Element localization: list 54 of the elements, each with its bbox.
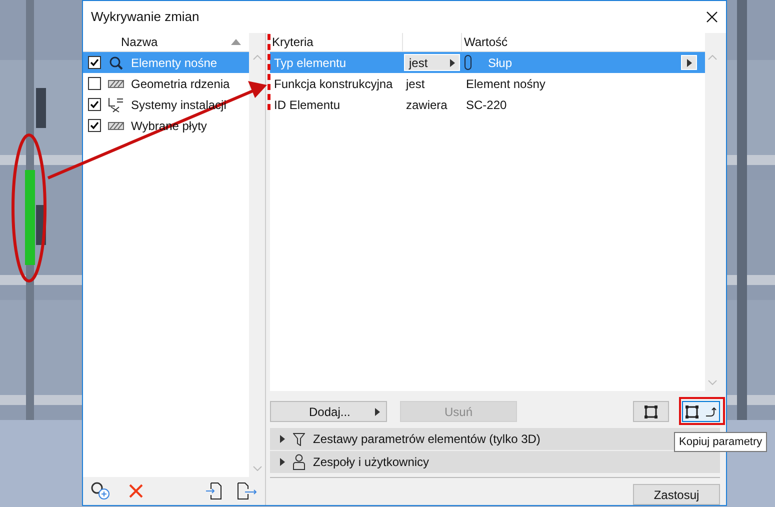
frame-button[interactable]	[633, 401, 669, 422]
rule-name: Elementy nośne	[131, 54, 218, 72]
column-header: Nazwa	[121, 34, 158, 51]
table-cell-text: ID Elementu	[273, 96, 342, 114]
close-icon[interactable]	[706, 11, 718, 23]
highlight-frame	[679, 397, 725, 425]
table-cell-text: Słup	[488, 54, 514, 72]
operator-dropdown[interactable]: jest	[404, 54, 460, 71]
table-cell-text: Funkcja konstrukcyjna	[273, 76, 394, 92]
tooltip: Kopiuj parametry	[674, 432, 768, 452]
add-rule-icon[interactable]	[91, 482, 111, 500]
rule-name: Geometria rdzenia	[131, 76, 230, 92]
table-cell-text: SC-220	[465, 96, 507, 114]
sort-arrow-icon[interactable]	[231, 39, 241, 45]
checkbox[interactable]	[88, 56, 101, 69]
section-title: Zespoły i użytkownicy	[313, 454, 430, 471]
caret-icon	[375, 408, 380, 416]
value-picker-button[interactable]	[681, 55, 697, 70]
hatch-icon	[108, 122, 124, 130]
hatch-icon	[108, 80, 124, 88]
import-icon[interactable]	[205, 482, 223, 500]
column-header: Kryteria	[271, 34, 314, 51]
checkbox[interactable]	[88, 77, 101, 90]
column-icon	[464, 55, 472, 70]
hook-arrow-icon	[705, 406, 717, 418]
criteria-row[interactable]: Typ elementu jest Słup	[270, 52, 705, 73]
table-cell-text: Element nośny	[465, 76, 546, 92]
section-header[interactable]: Zespoły i użytkownicy	[270, 451, 720, 473]
apply-button[interactable]: Zastosuj	[633, 484, 720, 505]
delete-icon[interactable]	[129, 484, 143, 498]
systems-icon	[108, 96, 124, 112]
table-cell-text: zawiera	[405, 96, 448, 114]
criteria-row[interactable]: ID Elementu zawiera SC-220	[270, 94, 705, 115]
export-icon[interactable]	[237, 482, 257, 500]
expand-arrow-icon	[280, 458, 285, 466]
magnifier-icon	[109, 56, 123, 70]
table-cell-text: Typ elementu	[273, 54, 348, 72]
copy-parameters-button[interactable]	[682, 401, 720, 422]
frame-icon	[685, 404, 699, 418]
window-title: Wykrywanie zmian	[91, 8, 200, 26]
checkbox[interactable]	[88, 119, 101, 132]
checkbox[interactable]	[88, 98, 101, 111]
criteria-row[interactable]: Funkcja konstrukcyjna jest Element nośny	[270, 73, 705, 94]
frame-icon	[644, 404, 658, 418]
filter-icon	[293, 432, 305, 446]
add-button[interactable]: Dodaj...	[270, 401, 387, 422]
table-cell-text: jest	[404, 76, 425, 92]
rule-row[interactable]: Geometria rdzenia	[83, 73, 249, 94]
user-icon	[293, 454, 305, 470]
caret-icon	[450, 58, 455, 66]
caret-icon	[686, 58, 692, 66]
expand-arrow-icon	[280, 435, 285, 443]
column-header: Wartość	[463, 34, 508, 51]
section-title: Zestawy parametrów elementów (tylko 3D)	[313, 431, 540, 448]
